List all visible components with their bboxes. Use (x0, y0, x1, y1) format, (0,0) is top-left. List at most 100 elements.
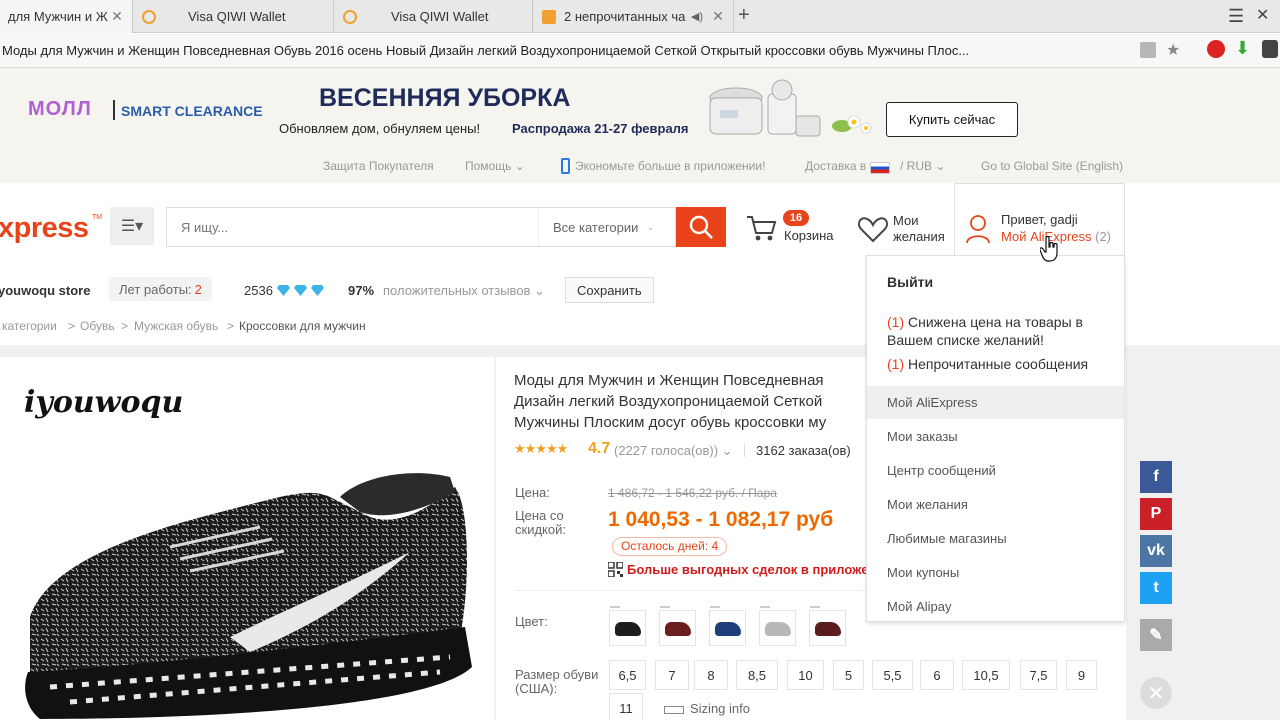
edit-button[interactable]: ✎ (1140, 619, 1172, 651)
banner-title: ВЕСЕННЯЯ УБОРКА (319, 84, 571, 112)
facebook-share-button[interactable]: f (1140, 461, 1172, 493)
color-swatch[interactable] (609, 606, 646, 646)
app-deals-link[interactable]: Больше выгодных сделок в приложен (627, 562, 876, 577)
facebook-icon: f (1153, 468, 1159, 485)
wishlist-label-line2: желания (893, 229, 945, 244)
unread-messages-notification[interactable]: (1) Непрочитанные сообщения (887, 355, 1117, 373)
twitter-share-button[interactable]: t (1140, 572, 1172, 604)
wishlist-link[interactable]: Мои желания (893, 213, 945, 245)
size-option[interactable]: 7 (655, 660, 689, 690)
download-extension-icon[interactable]: ⬇ (1235, 38, 1250, 59)
promo-banner[interactable]: МОЛЛ SMART CLEARANCE ВЕСЕННЯЯ УБОРКА Обн… (0, 68, 1280, 153)
window-close-icon[interactable]: ✕ (1256, 5, 1269, 25)
top-links-bar: Защита Покупателя Помощь ⌄ Экономьте бол… (0, 153, 1280, 183)
sneaker-thumbnail (665, 622, 691, 636)
save-store-button[interactable]: Сохранить (565, 277, 654, 303)
breadcrumb-item[interactable]: Обувь (80, 319, 115, 333)
size-option[interactable]: 8,5 (736, 660, 778, 690)
buyer-protection-link[interactable]: Защита Покупателя (323, 159, 434, 173)
category-menu-button[interactable]: ☰▾ (110, 207, 154, 245)
price-drop-notification[interactable]: (1) Снижена цена на товары в Вашем списк… (887, 313, 1117, 349)
store-name-link[interactable]: youwoqu store (0, 283, 90, 298)
new-tab-button[interactable]: + (738, 4, 750, 27)
size-option[interactable]: 10,5 (962, 660, 1010, 690)
vk-share-button[interactable]: vk (1140, 535, 1172, 567)
menu-item-my-coupons[interactable]: Мои купоны (867, 556, 1124, 589)
color-swatch[interactable] (709, 606, 746, 646)
size-option[interactable]: 10 (787, 660, 824, 690)
size-option[interactable]: 7,5 (1020, 660, 1057, 690)
pinterest-icon: P (1150, 505, 1162, 522)
cart-icon[interactable] (746, 213, 778, 243)
chevron-down-icon: ⌄ (534, 283, 545, 298)
size-option[interactable]: 6,5 (609, 660, 646, 690)
store-years-badge: Лет работы: 2 (109, 277, 212, 301)
discount-price-label: Цена со скидкой: (515, 508, 566, 537)
tab-mail[interactable]: 2 непрочитанных ча ◀) ✕ (534, 0, 734, 33)
global-site-link[interactable]: Go to Global Site (English) (981, 159, 1123, 173)
app-link[interactable]: Экономьте больше в приложении! (575, 159, 765, 173)
extension-icon[interactable] (1262, 40, 1278, 58)
size-option[interactable]: 8 (694, 660, 728, 690)
size-option[interactable]: 6 (920, 660, 954, 690)
cart-link[interactable]: Корзина (784, 228, 834, 243)
buy-now-button[interactable]: Купить сейчас (886, 102, 1018, 137)
diamond-icon (311, 285, 324, 296)
divider (113, 100, 115, 120)
aliexpress-logo[interactable]: xpress (0, 212, 89, 245)
heart-icon[interactable] (857, 214, 889, 244)
size-option[interactable]: 9 (1066, 660, 1097, 690)
tab-qiwi-2[interactable]: Visa QIWI Wallet (335, 0, 533, 33)
logout-link[interactable]: Выйти (887, 274, 933, 290)
menu-item-my-alipay[interactable]: Мой Alipay (867, 590, 1124, 623)
url-field[interactable]: Моды для Мужчин и Женщин Повседневная Об… (2, 43, 1122, 58)
chevron-down-icon: ⌄ (646, 221, 655, 233)
tab-close-icon[interactable]: ✕ (709, 8, 727, 25)
adblock-extension-icon[interactable] (1207, 40, 1225, 58)
days-left-badge: Осталось дней: 4 (612, 537, 728, 556)
size-label: Размер обуви (США): (515, 667, 599, 696)
breadcrumb-item[interactable]: Мужская обувь (134, 319, 218, 333)
help-link[interactable]: Помощь ⌄ (465, 159, 525, 173)
pinterest-share-button[interactable]: P (1140, 498, 1172, 530)
color-swatch[interactable] (759, 606, 796, 646)
tab-qiwi-1[interactable]: Visa QIWI Wallet (134, 0, 334, 33)
lock-icon[interactable] (1140, 42, 1156, 58)
bookmark-star-icon[interactable]: ★ (1166, 40, 1180, 60)
hamburger-menu-icon[interactable]: ☰ (1228, 6, 1244, 27)
speaker-icon[interactable]: ◀) (691, 10, 703, 23)
positive-feedback-link[interactable]: положительных отзывов ⌄ (383, 283, 545, 299)
search-input[interactable] (166, 207, 538, 247)
size-option[interactable]: 5 (833, 660, 864, 690)
product-title-line: Дизайн легкий Воздухопроницаемой Сеткой (514, 393, 823, 410)
product-image-panel[interactable]: iyouwoqu (0, 357, 494, 720)
color-swatch[interactable] (659, 606, 696, 646)
breadcrumb-item[interactable]: категории (2, 319, 57, 333)
delivery-link[interactable]: Доставка в (805, 159, 866, 173)
price-original: 1 486,72 - 1 546,22 руб. / Пара (608, 486, 777, 500)
menu-item-my-aliexpress[interactable]: Мой AliExpress (867, 386, 1124, 419)
currency-link[interactable]: / RUB ⌄ (900, 159, 945, 173)
appliance-image (709, 79, 821, 137)
menu-item-message-center[interactable]: Центр сообщений (867, 454, 1124, 487)
menu-item-favorite-stores[interactable]: Любимые магазины (867, 522, 1124, 555)
size-option[interactable]: 5,5 (872, 660, 913, 690)
search-category-select[interactable]: Все категории ⌄ (538, 207, 676, 247)
diamond-icon (277, 285, 290, 296)
sizing-info-link[interactable]: Sizing info (664, 701, 750, 716)
search-button[interactable] (676, 207, 726, 247)
votes-link[interactable]: (2227 голоса(ов)) ⌄ (614, 443, 733, 459)
notification-text: Снижена цена на товары в Вашем списке же… (887, 314, 1083, 348)
color-swatch[interactable] (809, 606, 846, 646)
store-years-label: Лет работы: (119, 281, 192, 297)
hand-cursor-icon (1040, 236, 1058, 262)
tab-close-icon[interactable]: ✕ (108, 8, 126, 25)
browser-tab-bar: для Мужчин и Же ✕ Visa QIWI Wallet Visa … (0, 0, 1280, 33)
sneaker-thumbnail (615, 622, 641, 636)
tab-aliexpress[interactable]: для Мужчин и Же ✕ (0, 0, 133, 33)
menu-item-my-orders[interactable]: Мои заказы (867, 420, 1124, 453)
size-option[interactable]: 11 (609, 693, 643, 720)
close-share-button[interactable]: ✕ (1140, 677, 1172, 709)
mall-logo: МОЛЛ (28, 98, 92, 120)
menu-item-my-wishlist[interactable]: Мои желания (867, 488, 1124, 521)
